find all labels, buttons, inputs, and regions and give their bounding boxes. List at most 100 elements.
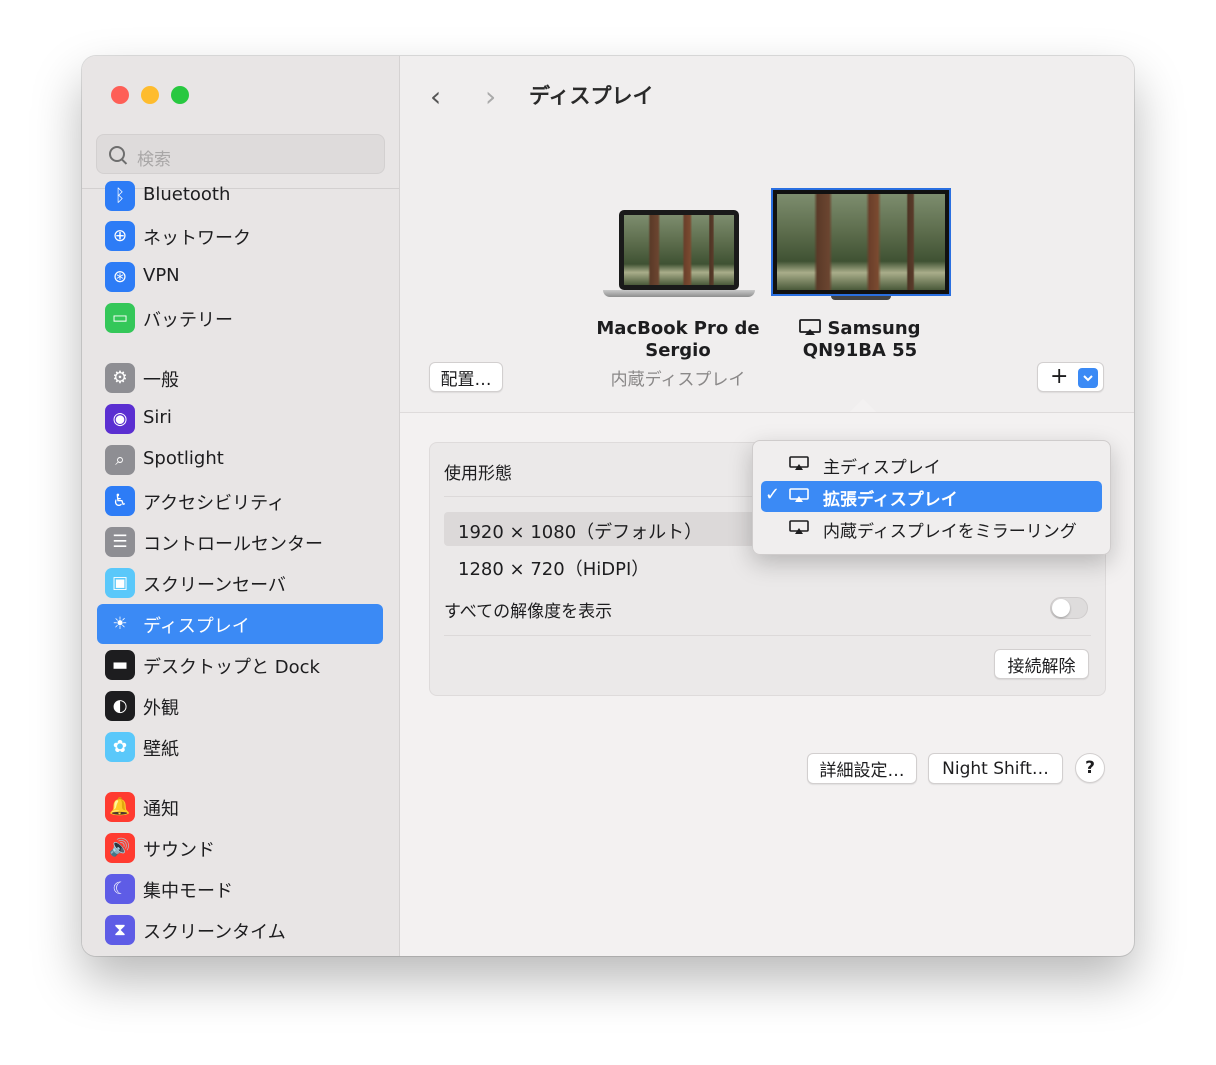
main-content: ‹ › ディスプレイ MacBook Pro de Sergio 内蔵ディスプレ… bbox=[400, 56, 1134, 956]
sidebar-item-label: スクリーンセーバ bbox=[143, 575, 286, 596]
sidebar-item[interactable]: ✿ 壁紙 bbox=[97, 727, 383, 767]
gear-icon: ⚙ bbox=[105, 363, 135, 393]
usage-menu-item[interactable]: ✓ 拡張ディスプレイ bbox=[761, 481, 1102, 512]
sidebar-item[interactable]: ᛒ Bluetooth bbox=[97, 176, 383, 216]
sidebar-item-label: Spotlight bbox=[143, 448, 224, 469]
sidebar-item-label: 壁紙 bbox=[143, 739, 179, 760]
chevron-down-icon bbox=[1078, 368, 1098, 388]
sidebar-item[interactable]: 🔔 通知 bbox=[97, 787, 383, 827]
page-title: ディスプレイ bbox=[529, 84, 654, 108]
close-button[interactable] bbox=[111, 86, 129, 104]
sidebar-item-label: Siri bbox=[143, 407, 172, 428]
usage-menu-item-label: 拡張ディスプレイ bbox=[823, 490, 958, 510]
samsung-name: Samsung QN91BA 55 bbox=[760, 318, 960, 362]
sidebar-item[interactable]: ⊛ VPN bbox=[97, 257, 383, 297]
sidebar-item-label: 通知 bbox=[143, 799, 179, 820]
usage-dropdown-menu: 主ディスプレイ ✓ 拡張ディスプレイ内蔵ディスプレイをミラーリング bbox=[752, 440, 1111, 555]
show-all-resolutions-toggle[interactable] bbox=[1050, 597, 1088, 619]
sidebar-item[interactable]: ⌕ Spotlight bbox=[97, 440, 383, 480]
vpn-globe-icon: ⊛ bbox=[105, 262, 135, 292]
samsung-display-thumbnail[interactable] bbox=[771, 188, 951, 304]
dock-icon: ▬ bbox=[105, 650, 135, 680]
disconnect-button[interactable]: 接続解除 bbox=[994, 649, 1089, 679]
sidebar-item-label: デスクトップと Dock bbox=[143, 657, 320, 678]
add-display-button[interactable]: + bbox=[1037, 362, 1104, 392]
sidebar-item[interactable]: ◐ 外観 bbox=[97, 686, 383, 726]
siri-icon: ◉ bbox=[105, 404, 135, 434]
sidebar-item-label: Bluetooth bbox=[143, 184, 231, 205]
advanced-settings-button[interactable]: 詳細設定… bbox=[807, 753, 917, 784]
plus-icon: + bbox=[1050, 364, 1069, 389]
usage-label: 使用形態 bbox=[444, 464, 512, 484]
resolution-label: 1920 × 1080（デフォルト） bbox=[458, 522, 703, 543]
sidebar-item[interactable]: ◉ Siri bbox=[97, 399, 383, 439]
search-placeholder: 検索 bbox=[137, 150, 171, 170]
resolution-option[interactable]: 1280 × 720（HiDPI） bbox=[444, 549, 764, 583]
moon-icon: ☾ bbox=[105, 874, 135, 904]
sidebar-item[interactable]: ☰ コントロールセンター bbox=[97, 522, 383, 562]
sidebar-item[interactable]: ▭ バッテリー bbox=[97, 298, 383, 338]
resolution-option-selected[interactable]: 1920 × 1080（デフォルト） bbox=[444, 512, 764, 546]
sidebar-item-label: 集中モード bbox=[143, 881, 233, 902]
globe-icon: ⊕ bbox=[105, 221, 135, 251]
zoom-button[interactable] bbox=[171, 86, 189, 104]
usage-menu-item-label: 主ディスプレイ bbox=[823, 458, 941, 478]
sidebar-item-label: 一般 bbox=[143, 370, 179, 391]
sidebar-item[interactable]: ▣ スクリーンセーバ bbox=[97, 563, 383, 603]
sidebar-item-label: 外観 bbox=[143, 698, 179, 719]
hourglass-icon: ⧗ bbox=[105, 915, 135, 945]
search-icon bbox=[109, 146, 125, 162]
usage-menu-item-label: 内蔵ディスプレイをミラーリング bbox=[823, 522, 1077, 542]
sidebar: 検索 ᛒ Bluetooth ⊕ ネットワーク ⊛ VPN ▭ バッテリー ⚙ 一般 ◉ Siri ⌕ S… bbox=[82, 56, 400, 956]
sidebar-item-label: アクセシビリティ bbox=[143, 493, 286, 514]
selected-display-caret bbox=[850, 399, 876, 412]
control-center-icon: ☰ bbox=[105, 527, 135, 557]
bluetooth-icon: ᛒ bbox=[105, 181, 135, 211]
airplay-display-icon bbox=[789, 520, 809, 534]
sidebar-item[interactable]: ☀ ディスプレイ bbox=[97, 604, 383, 644]
system-settings-window: 検索 ᛒ Bluetooth ⊕ ネットワーク ⊛ VPN ▭ バッテリー ⚙ 一般 ◉ Siri ⌕ S… bbox=[82, 56, 1134, 956]
forward-button[interactable]: › bbox=[485, 80, 496, 113]
wallpaper-flower-icon: ✿ bbox=[105, 732, 135, 762]
night-shift-button[interactable]: Night Shift… bbox=[928, 753, 1063, 784]
macbook-subtitle: 内蔵ディスプレイ bbox=[610, 370, 746, 390]
accessibility-icon: ♿ bbox=[105, 486, 135, 516]
appearance-icon: ◐ bbox=[105, 691, 135, 721]
airplay-icon bbox=[799, 319, 822, 335]
battery-icon: ▭ bbox=[105, 303, 135, 333]
screensaver-icon: ▣ bbox=[105, 568, 135, 598]
display-sun-icon: ☀ bbox=[112, 614, 128, 634]
speaker-icon: 🔊 bbox=[105, 833, 135, 863]
checkmark-icon: ✓ bbox=[765, 484, 781, 505]
sidebar-item-label: サウンド bbox=[143, 840, 215, 861]
sidebar-item[interactable]: ⚙ 一般 bbox=[97, 358, 383, 398]
search-input[interactable]: 検索 bbox=[96, 134, 385, 174]
minimize-button[interactable] bbox=[141, 86, 159, 104]
sidebar-item[interactable]: ☾ 集中モード bbox=[97, 869, 383, 909]
sidebar-item-label: バッテリー bbox=[143, 310, 233, 331]
help-button[interactable]: ? bbox=[1075, 753, 1105, 783]
sidebar-item-label: スクリーンタイム bbox=[143, 922, 286, 943]
sidebar-item[interactable]: ♿ アクセシビリティ bbox=[97, 481, 383, 521]
macbook-wallpaper bbox=[624, 215, 734, 285]
airplay-display-icon bbox=[789, 488, 809, 502]
usage-menu-item[interactable]: 内蔵ディスプレイをミラーリング bbox=[761, 513, 1102, 544]
back-button[interactable]: ‹ bbox=[430, 80, 441, 113]
sidebar-item[interactable]: ▬ デスクトップと Dock bbox=[97, 645, 383, 685]
sidebar-item-label: ディスプレイ bbox=[143, 616, 250, 637]
sidebar-item[interactable]: 🔊 サウンド bbox=[97, 828, 383, 868]
macbook-name: MacBook Pro de Sergio bbox=[596, 318, 760, 361]
resolution-label: 1280 × 720（HiDPI） bbox=[458, 559, 650, 580]
samsung-wallpaper bbox=[777, 194, 945, 290]
usage-menu-item[interactable]: 主ディスプレイ bbox=[761, 449, 1102, 480]
show-all-resolutions-label: すべての解像度を表示 bbox=[444, 602, 613, 622]
sidebar-item-label: VPN bbox=[143, 265, 180, 286]
sidebar-item-label: コントロールセンター bbox=[143, 534, 323, 555]
arrange-button[interactable]: 配置… bbox=[429, 362, 503, 392]
spotlight-icon: ⌕ bbox=[105, 445, 135, 475]
sidebar-item[interactable]: ⧗ スクリーンタイム bbox=[97, 910, 383, 950]
sidebar-item[interactable]: ⊕ ネットワーク bbox=[97, 216, 383, 256]
airplay-display-icon bbox=[789, 456, 809, 470]
bell-icon: 🔔 bbox=[105, 792, 135, 822]
macbook-display-thumbnail[interactable] bbox=[603, 210, 755, 302]
